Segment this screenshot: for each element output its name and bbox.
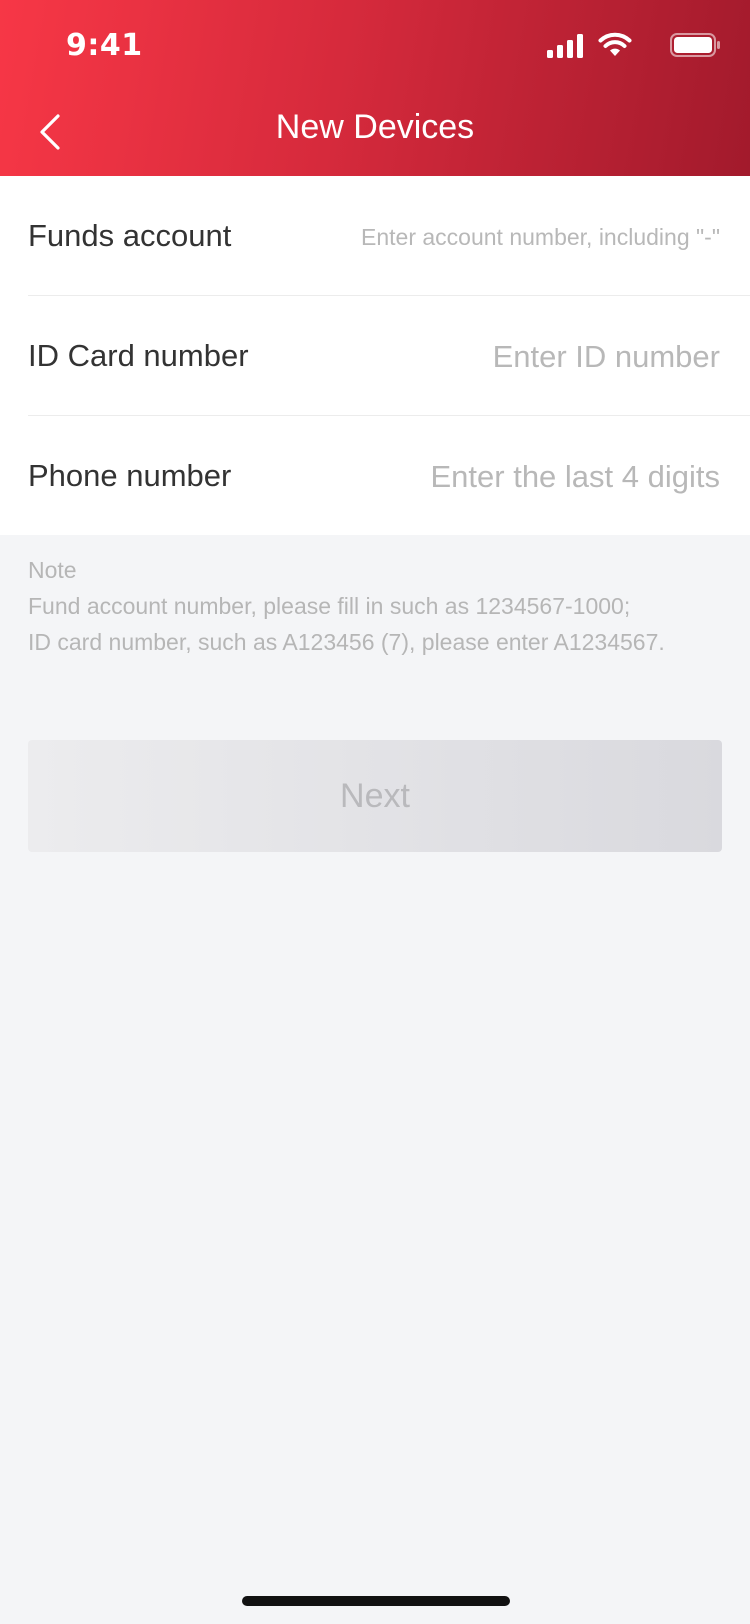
phone-number-label: Phone number (28, 458, 232, 493)
page-title: New Devices (275, 108, 475, 146)
funds-account-input[interactable] (278, 206, 722, 268)
id-card-label: ID Card number (28, 338, 249, 373)
id-card-input[interactable] (278, 326, 722, 388)
phone-number-input[interactable] (278, 446, 722, 508)
status-time: 9:41 (66, 28, 143, 63)
note-line: Fund account number, please fill in such… (28, 593, 631, 619)
cellular-signal-icon (547, 34, 583, 58)
header-bar: 9:41 New Devices (0, 0, 750, 176)
id-card-row: ID Card number (28, 296, 750, 416)
phone-number-row: Phone number (28, 416, 750, 535)
next-button[interactable]: Next (28, 740, 722, 852)
note-block: Note Fund account number, please fill in… (28, 552, 728, 660)
home-indicator (242, 1596, 510, 1606)
wifi-icon (598, 32, 632, 56)
funds-account-label: Funds account (28, 218, 232, 253)
note-line: ID card number, such as A123456 (7), ple… (28, 629, 665, 655)
battery-icon (670, 33, 720, 57)
note-title: Note (28, 557, 77, 583)
funds-account-row: Funds account (28, 176, 750, 296)
device-form: Funds account ID Card number Phone numbe… (0, 176, 750, 535)
